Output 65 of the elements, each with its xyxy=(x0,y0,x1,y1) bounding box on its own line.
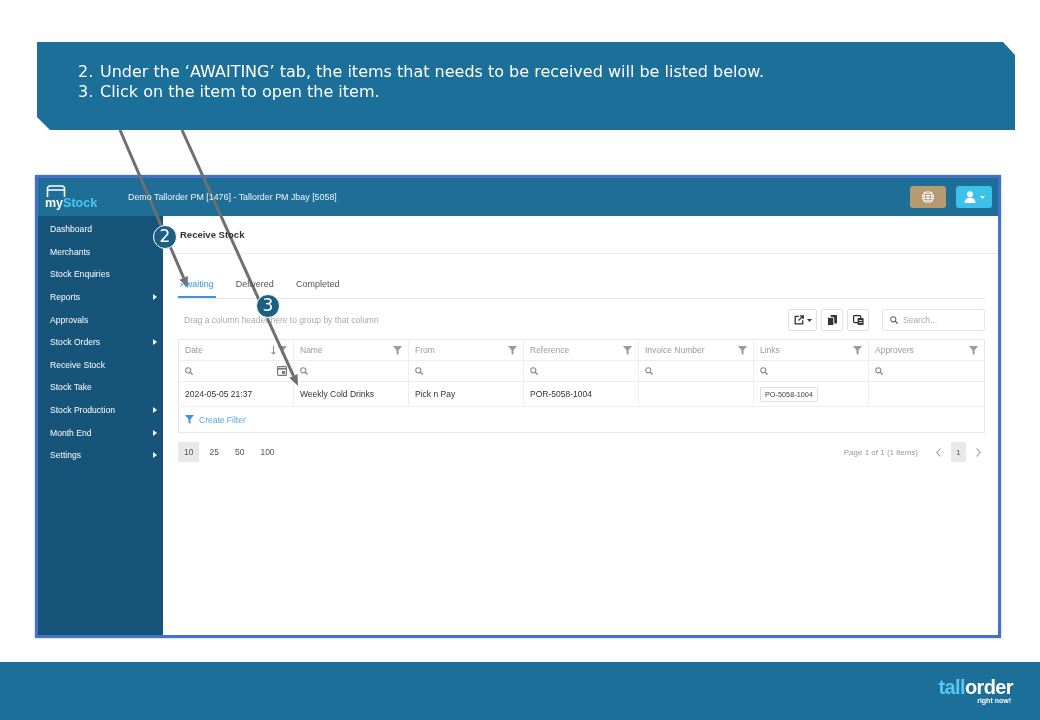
filter-field[interactable] xyxy=(524,361,639,382)
search-icon xyxy=(185,367,193,375)
chevron-right-icon xyxy=(976,447,981,457)
search-icon xyxy=(645,367,653,375)
instruction-text: 3. Click on the item to open the item. xyxy=(78,82,380,102)
filter-field[interactable] xyxy=(754,361,869,382)
filter-field[interactable] xyxy=(639,361,754,382)
export-icon xyxy=(793,315,804,325)
search-field[interactable]: Search... xyxy=(882,309,985,331)
search-icon xyxy=(300,367,308,375)
sidebar-item[interactable]: Stock Take xyxy=(50,376,92,399)
filter-icon xyxy=(738,345,747,355)
user-menu-button[interactable] xyxy=(956,186,992,208)
organisation-label: Demo Tallorder PM [1476] - Tallorder PM Jbay [5058] xyxy=(128,192,337,202)
page-button[interactable]: 1 xyxy=(951,442,966,462)
filter-icon xyxy=(393,345,402,355)
sidebar-item[interactable]: Merchants xyxy=(50,240,91,264)
caret-icon xyxy=(979,195,985,199)
brand-logo: tallorder xyxy=(938,677,1013,697)
panels-icon xyxy=(852,315,864,325)
filter-icon xyxy=(185,415,194,424)
calendar-icon xyxy=(277,366,287,376)
instruction-text: 2. Under the ‘AWAITING’ tab, the items that needs to be received will be listed below. xyxy=(78,62,765,82)
sidebar-item[interactable]: Stock Orders xyxy=(50,330,157,354)
language-button[interactable] xyxy=(910,186,946,208)
copy-icon xyxy=(827,314,837,326)
filter-field[interactable] xyxy=(409,361,524,382)
box-icon xyxy=(46,184,66,197)
group-panel-hint: Drag a column header here to group by that column xyxy=(184,315,379,325)
sidebar-item[interactable]: Month End xyxy=(50,421,157,444)
chevron-left-icon xyxy=(936,447,941,457)
page-summary: Page 1 of 1 (1 items) xyxy=(843,447,918,457)
app-logo: myStock xyxy=(45,196,98,210)
sidebar-item[interactable]: Approvals xyxy=(50,308,89,331)
sidebar-item[interactable]: Dashboard xyxy=(50,218,93,241)
search-icon xyxy=(875,367,883,375)
copy-button[interactable] xyxy=(821,309,843,331)
filter-field[interactable] xyxy=(179,361,294,382)
sidebar-item[interactable]: Settings xyxy=(50,443,157,467)
globe-icon xyxy=(922,191,934,203)
filter-icon xyxy=(969,345,978,355)
search-icon xyxy=(415,367,423,375)
page-size-button[interactable]: 25 xyxy=(203,442,225,462)
search-icon xyxy=(760,367,768,375)
user-icon xyxy=(963,191,976,203)
search-icon xyxy=(530,367,538,375)
table-cell: Weekly Cold Drinks xyxy=(294,382,409,407)
table-cell: POR-5058-1004 xyxy=(524,382,639,407)
page-size-button[interactable]: 100 xyxy=(254,442,281,462)
layout-button[interactable] xyxy=(847,309,869,331)
table-cell: 2024-05-05 21:37 xyxy=(179,382,294,407)
page-size-button[interactable]: 10 xyxy=(178,442,200,462)
filter-icon xyxy=(623,345,632,355)
sidebar-item[interactable]: Receive Stock xyxy=(50,353,105,377)
search-icon xyxy=(890,316,898,324)
filter-icon xyxy=(508,345,517,355)
caret-icon xyxy=(806,318,812,322)
table-cell: Pick n Pay xyxy=(409,382,524,407)
sidebar-item[interactable]: Stock Enquiries xyxy=(50,263,110,286)
filter-icon xyxy=(853,345,862,355)
export-button[interactable] xyxy=(788,309,817,331)
sidebar-item[interactable]: Stock Production xyxy=(50,398,157,422)
page-size-button[interactable]: 50 xyxy=(228,442,251,462)
tab[interactable]: Completed xyxy=(293,278,342,290)
sidebar-item[interactable]: Reports xyxy=(50,285,157,309)
